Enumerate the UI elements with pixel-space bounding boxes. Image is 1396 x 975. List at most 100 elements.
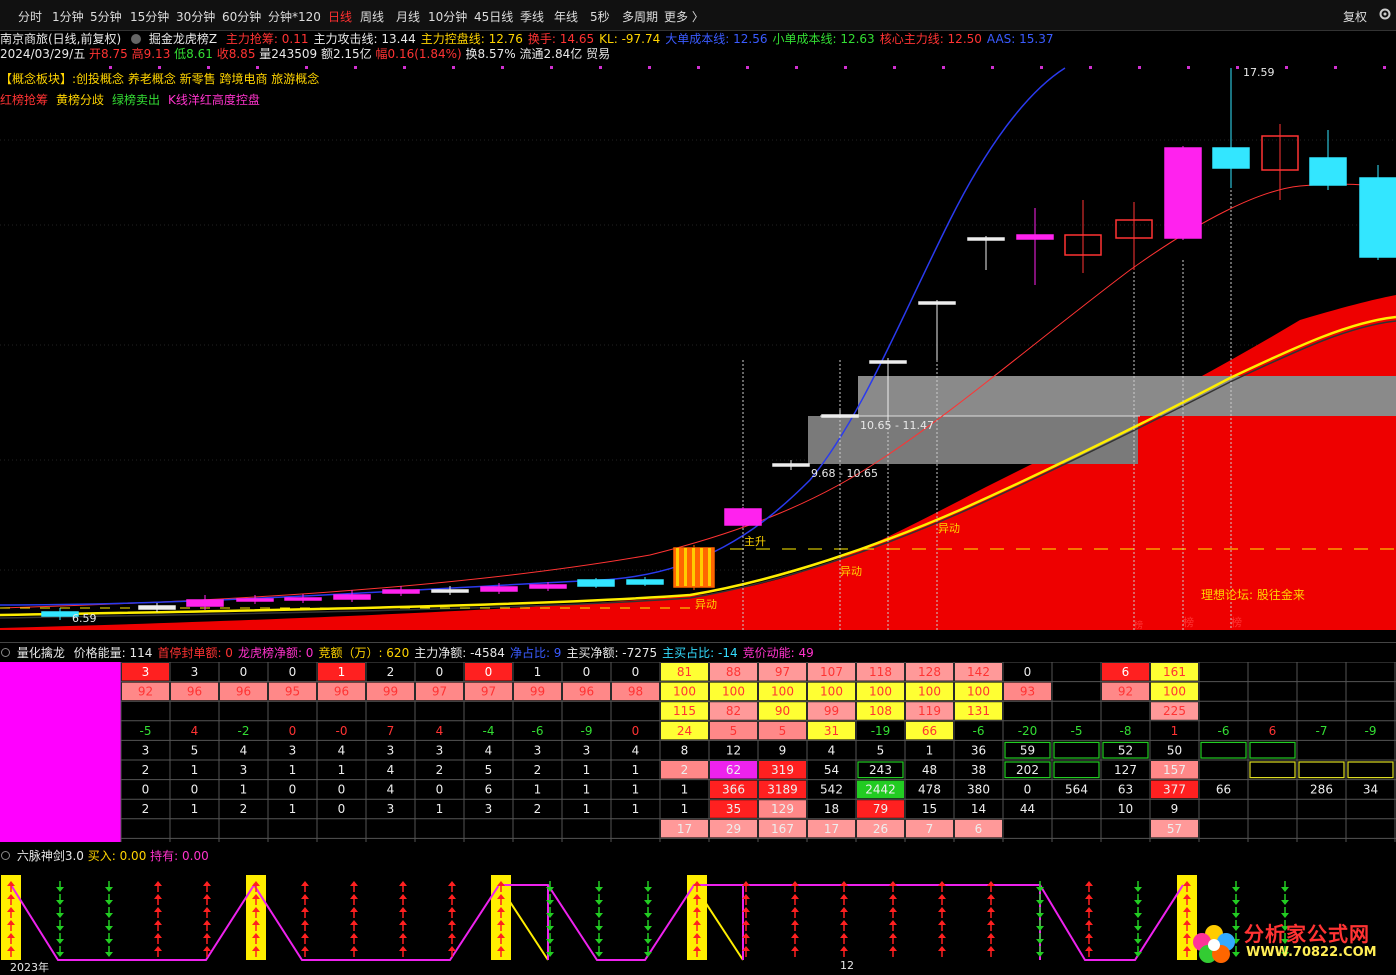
metric-item: 主买占比: -14 xyxy=(662,646,737,660)
marker-dot xyxy=(697,66,700,69)
settings-icon[interactable] xyxy=(1378,7,1392,21)
metric-item: 龙虎榜净额: 0 xyxy=(238,646,314,660)
kline-chart[interactable] xyxy=(0,60,1396,640)
candle-body xyxy=(1309,157,1347,186)
table-cell-text: 4 xyxy=(387,763,395,777)
cell-outline xyxy=(1347,761,1394,779)
period-tab[interactable]: 30分钟 xyxy=(176,8,215,25)
period-tab[interactable]: 月线 xyxy=(396,8,420,25)
metric-value: 114 xyxy=(129,646,153,660)
table-cell-text: 1 xyxy=(436,802,444,816)
high-price-label: 17.59 xyxy=(1243,66,1275,79)
table-cell-text: 35 xyxy=(726,802,741,816)
table-cell-text: 54 xyxy=(824,763,839,777)
period-tab[interactable]: 5分钟 xyxy=(90,8,122,25)
buy-label: 买入: xyxy=(87,849,120,863)
table-cell-text: 93 xyxy=(1020,685,1035,699)
table-cell-text: 79 xyxy=(873,802,888,816)
panel3-circle-icon xyxy=(1,851,10,860)
marker-dot xyxy=(1383,66,1386,69)
metric-value: 620 xyxy=(386,646,410,660)
table-cell-text: 2 xyxy=(142,802,150,816)
panel3-title[interactable]: 六脉神剑3.0 xyxy=(17,849,84,863)
panel-divider xyxy=(0,642,1396,643)
metric-value: -97.74 xyxy=(621,32,661,46)
marker-dot xyxy=(1236,66,1239,69)
table-cell-text: 128 xyxy=(918,665,941,679)
marker-dot xyxy=(550,66,553,69)
marker-dot xyxy=(256,66,259,69)
cell-outline xyxy=(1053,761,1100,779)
metric-key: 主力抢筹: xyxy=(225,32,282,46)
period-tab[interactable]: 15分钟 xyxy=(130,8,169,25)
table-cell-text: 9 xyxy=(779,743,787,757)
zone-upper-label: 10.65 - 11.47 xyxy=(860,419,934,432)
table-cell-text: 4 xyxy=(828,743,836,757)
table-cell-text: 0 xyxy=(436,665,444,679)
period-tab[interactable]: 多周期 xyxy=(622,8,658,25)
quote-close: 收8.85 xyxy=(216,47,256,61)
table-cell-text: 36 xyxy=(971,743,986,757)
table-cell-text: -5 xyxy=(1071,724,1083,738)
table-cell-text: 81 xyxy=(677,665,692,679)
period-tab[interactable]: 周线 xyxy=(360,8,384,25)
period-tab[interactable]: 分时 xyxy=(18,8,42,25)
table-cell-text: 6 xyxy=(1269,724,1277,738)
table-cell-text: 157 xyxy=(1163,763,1186,777)
period-tab[interactable]: 日线 xyxy=(328,8,352,25)
quant-table: 3 3 0 0 1 2 0 0 1 0 0 81 88 97 107 118 128 142 0 6 16192 96 96… xyxy=(0,662,1396,842)
period-tab[interactable]: 更多 〉 xyxy=(664,8,704,25)
period-tab[interactable]: 季线 xyxy=(520,8,544,25)
metric-item: 净占比: 9 xyxy=(510,646,562,660)
period-tab[interactable]: 1分钟 xyxy=(52,8,84,25)
indicator-circle-icon xyxy=(131,34,142,44)
table-cell-text: 3 xyxy=(387,743,395,757)
candle-body xyxy=(382,589,420,594)
table-cell-text: 100 xyxy=(771,685,794,699)
table-cell-text: 3 xyxy=(289,743,297,757)
table-cell-text: 4 xyxy=(436,724,444,738)
metric-value: 15.37 xyxy=(1019,32,1054,46)
table-cell-text: -9 xyxy=(581,724,593,738)
table-cell-text: 0 xyxy=(1024,665,1032,679)
table-cell-text: 1 xyxy=(926,743,934,757)
panel2-title[interactable]: 量化擒龙 xyxy=(17,646,65,660)
marker-dot xyxy=(1040,66,1043,69)
table-cell-text: 202 xyxy=(1016,763,1039,777)
cell-outline xyxy=(1200,741,1247,759)
metric-key: 大单成本线: xyxy=(665,32,734,46)
table-cell-text: 48 xyxy=(922,763,937,777)
table-cell-text: -9 xyxy=(1365,724,1377,738)
candle-body xyxy=(480,586,518,592)
candle-body xyxy=(138,605,176,610)
table-cell-text: 108 xyxy=(869,704,892,718)
table-cell-text: 5 xyxy=(779,724,787,738)
period-tab[interactable]: 年线 xyxy=(554,8,578,25)
table-cell-text: 1 xyxy=(632,802,640,816)
table-cell-text: 44 xyxy=(1020,802,1035,816)
metric-key: 主力控盘线: xyxy=(420,32,489,46)
table-cell-text: 100 xyxy=(967,685,990,699)
table-cell-text: 62 xyxy=(726,763,741,777)
table-cell-text: 6 xyxy=(1122,665,1130,679)
table-cell-text: 4 xyxy=(240,743,248,757)
table-cell-text: 1 xyxy=(338,665,346,679)
candle-stripe xyxy=(708,548,711,586)
fuquan-button[interactable]: 复权 xyxy=(1343,8,1367,25)
metric-key: 净占比: xyxy=(509,646,554,660)
marker-dot xyxy=(844,66,847,69)
indicator-name[interactable]: 掘金龙虎榜Z xyxy=(149,32,217,46)
period-tab[interactable]: 10分钟 xyxy=(428,8,467,25)
cell-outline xyxy=(1298,761,1345,779)
quote-open: 开8.75 xyxy=(89,47,128,61)
period-tab[interactable]: 60分钟 xyxy=(222,8,261,25)
table-cell-text: 4 xyxy=(485,743,493,757)
table-cell-text: 18 xyxy=(824,802,839,816)
metric-item: AAS: 15.37 xyxy=(987,32,1054,46)
period-tab[interactable]: 45日线 xyxy=(474,8,513,25)
period-tab[interactable]: 分钟*120 xyxy=(268,8,321,25)
table-cell-text: 3 xyxy=(436,743,444,757)
metric-key: 主买占比: xyxy=(662,646,719,660)
quote-amount: 额2.15亿 xyxy=(320,47,372,61)
period-tab[interactable]: 5秒 xyxy=(590,8,610,25)
